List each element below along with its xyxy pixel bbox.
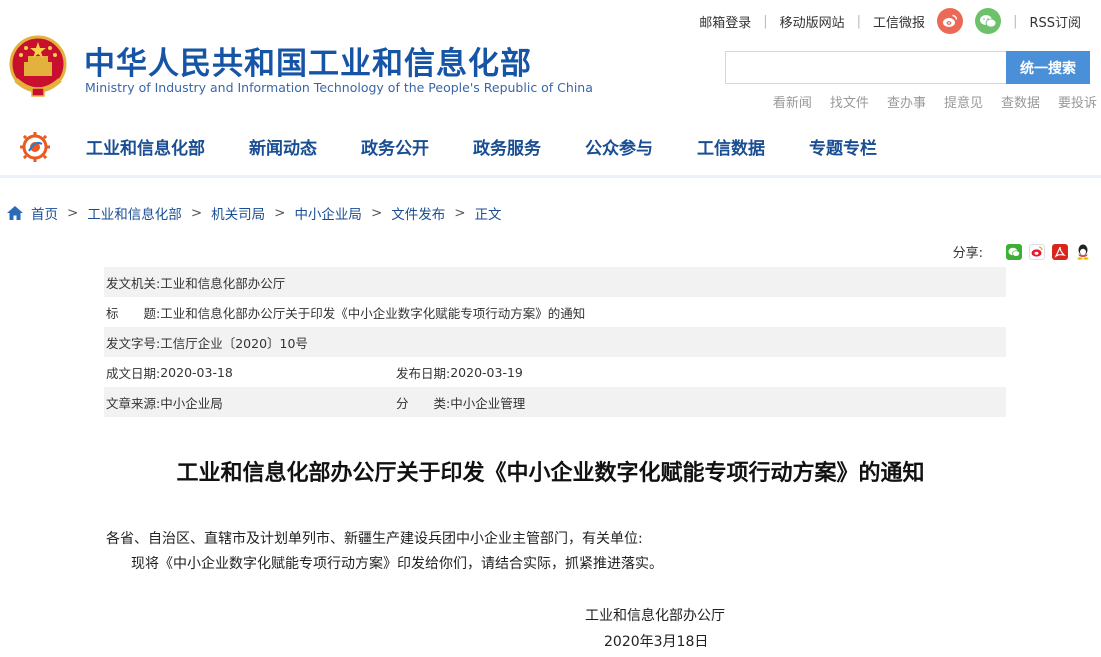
pdf-share-icon[interactable] — [1052, 243, 1068, 260]
nav-item-news[interactable]: 新闻动态 — [249, 134, 317, 159]
breadcrumb-separator: > — [370, 205, 383, 221]
article-date: 2020年3月18日 — [604, 634, 709, 650]
breadcrumb-sme-bureau[interactable]: 中小企业局 — [294, 203, 362, 223]
article-paragraph: 各省、自治区、直辖市及计划单列市、新疆生产建设兵团中小企业主管部门，有关单位: — [106, 531, 643, 547]
meta-label: 文章来源: — [106, 395, 161, 411]
breadcrumb: 首页 > 工业和信息化部 > 机关司局 > 中小企业局 > 文件发布 > 正文 — [7, 203, 502, 223]
meta-label: 发文机关: — [106, 275, 161, 291]
meta-doc-number: 工信厅企业〔2020〕10号 — [160, 335, 308, 351]
quick-links: 看新闻 找文件 查办事 提意见 查数据 要投诉 — [755, 92, 1097, 111]
nav-item-government-affairs[interactable]: 政务公开 — [361, 134, 429, 159]
breadcrumb-separator: > — [67, 205, 79, 221]
meta-row-dates: 成文日期: 2020-03-18 发布日期: 2020-03-19 — [104, 357, 1006, 387]
meta-row-issuer: 发文机关: 工业和信息化部办公厅 — [104, 267, 1006, 297]
share-bar: 分享: — [953, 242, 1091, 261]
nav-item-government-services[interactable]: 政务服务 — [473, 134, 541, 159]
weibo-icon[interactable] — [937, 8, 964, 34]
nav-item-miit[interactable]: 工业和信息化部 — [86, 134, 205, 159]
separator: | — [763, 13, 768, 29]
breadcrumb-departments[interactable]: 机关司局 — [211, 203, 265, 223]
qq-share-icon[interactable] — [1075, 243, 1091, 260]
breadcrumb-miit[interactable]: 工业和信息化部 — [87, 203, 182, 223]
share-label: 分享: — [952, 246, 983, 261]
article-paragraph: 现将《中小企业数字化赋能专项行动方案》印发给你们，请结合实际，抓紧推进落实。 — [131, 556, 663, 572]
nav-item-data[interactable]: 工信数据 — [697, 134, 765, 159]
national-emblem-icon — [9, 35, 67, 97]
mail-login-link[interactable]: 邮箱登录 — [699, 12, 751, 31]
breadcrumb-separator: > — [454, 205, 466, 221]
search-button[interactable]: 统一搜索 — [1006, 51, 1090, 84]
article-title: 工业和信息化部办公厅关于印发《中小企业数字化赋能专项行动方案》的通知 — [176, 461, 925, 486]
weibo-share-icon[interactable] — [1029, 243, 1045, 260]
main-nav: 工业和信息化部 新闻动态 政务公开 政务服务 公众参与 工信数据 专题专栏 — [0, 118, 1101, 178]
meta-category: 中小企业管理 — [450, 395, 526, 411]
article-signature: 工业和信息化部办公厅 — [585, 608, 725, 624]
document-meta-table: 发文机关: 工业和信息化部办公厅 标 题: 工业和信息化部办公厅关于印发《中小企业数… — [104, 267, 1006, 417]
home-icon — [7, 206, 23, 220]
top-links: 邮箱登录 | 移动版网站 | 工信微报 | RSS订阅 — [681, 0, 1101, 42]
breadcrumb-separator: > — [190, 205, 203, 221]
meta-label: 发布日期: — [396, 365, 451, 381]
quick-link-data[interactable]: 查数据 — [1001, 92, 1040, 111]
rss-link[interactable]: RSS订阅 — [1029, 12, 1081, 31]
meta-issuer: 工业和信息化部办公厅 — [160, 275, 286, 291]
breadcrumb-home[interactable]: 首页 — [31, 203, 58, 223]
meta-label: 发文字号: — [106, 335, 161, 351]
site-title[interactable]: 中华人民共和国工业和信息化部 — [84, 38, 532, 83]
meta-source: 中小企业局 — [160, 395, 223, 411]
meta-label: 成文日期: — [106, 365, 161, 381]
nav-item-topics[interactable]: 专题专栏 — [809, 134, 877, 159]
miit-logo-icon — [20, 132, 50, 162]
wechat-share-icon[interactable] — [1006, 243, 1022, 260]
weibo-link[interactable]: 工信微报 — [873, 12, 925, 31]
meta-label: 分 类: — [396, 395, 451, 411]
meta-label: 标 题: — [106, 305, 161, 321]
meta-published-date: 2020-03-19 — [450, 364, 523, 380]
quick-link-services[interactable]: 查办事 — [887, 92, 926, 111]
meta-created-date: 2020-03-18 — [160, 364, 233, 380]
meta-row-title: 标 题: 工业和信息化部办公厅关于印发《中小企业数字化赋能专项行动方案》的通知 — [104, 297, 1006, 327]
quick-link-news[interactable]: 看新闻 — [773, 92, 812, 111]
meta-title: 工业和信息化部办公厅关于印发《中小企业数字化赋能专项行动方案》的通知 — [160, 305, 586, 321]
separator: | — [856, 13, 862, 29]
mobile-site-link[interactable]: 移动版网站 — [780, 12, 845, 31]
separator: | — [1013, 13, 1018, 29]
breadcrumb-documents[interactable]: 文件发布 — [391, 203, 445, 223]
wechat-icon[interactable] — [975, 8, 1002, 34]
site-title-english: Ministry of Industry and Information Tec… — [85, 80, 593, 95]
quick-link-complaint[interactable]: 要投诉 — [1058, 92, 1097, 111]
search-input[interactable] — [725, 51, 1007, 84]
breadcrumb-separator: > — [274, 205, 286, 221]
meta-row-doc-number: 发文字号: 工信厅企业〔2020〕10号 — [104, 327, 1006, 357]
quick-link-feedback[interactable]: 提意见 — [944, 92, 983, 111]
quick-link-files[interactable]: 找文件 — [830, 92, 869, 111]
meta-row-source: 文章来源: 中小企业局 分 类: 中小企业管理 — [104, 387, 1006, 417]
breadcrumb-current: 正文 — [474, 207, 502, 223]
nav-item-public-participation[interactable]: 公众参与 — [585, 134, 653, 159]
